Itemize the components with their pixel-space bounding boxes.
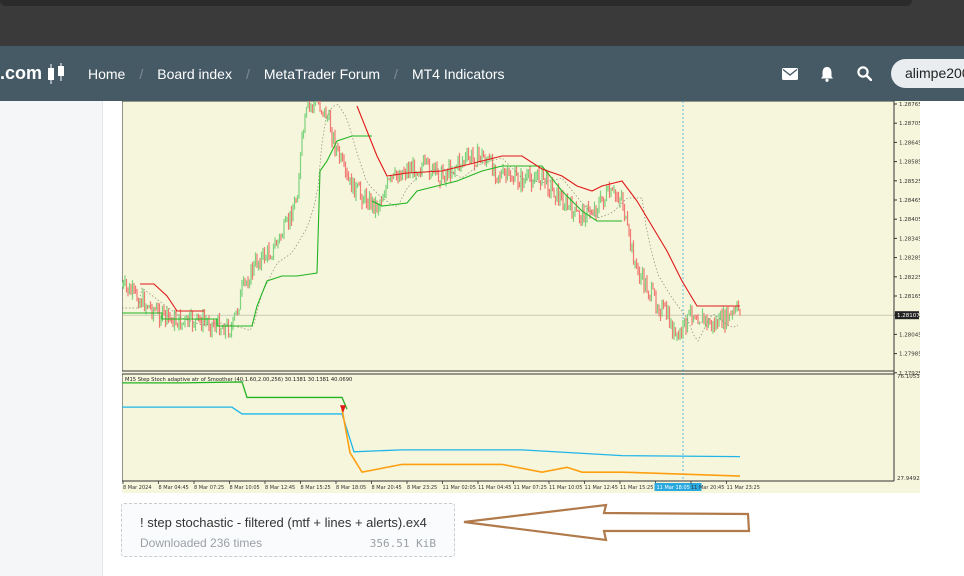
envelope-icon[interactable] — [780, 64, 800, 84]
price-tick-label: 1.28585 — [899, 160, 920, 166]
attached-chart-image: 1.28765 1.28705 1.28645 1.28585 1.28525 1.284… — [122, 101, 920, 493]
price-tick-label: 1.28705 — [899, 121, 920, 127]
breadcrumb-separator: / — [245, 65, 250, 82]
price-tick-label: 1.28045 — [899, 332, 920, 338]
breadcrumb-mt4-indicators[interactable]: MT4 Indicators — [412, 66, 505, 82]
browser-top-pill — [0, 0, 912, 6]
osc-scale-label: 27.9492 — [897, 476, 920, 482]
price-tick-label: 1.28345 — [899, 236, 920, 242]
price-tick-label: 1.28165 — [899, 294, 920, 300]
time-tick-label: 8 Mar 2024 — [123, 485, 152, 491]
time-tick-label: 11 Mar 23:25 — [727, 485, 760, 491]
attachment-download-count: Downloaded 236 times — [140, 536, 263, 550]
candlestick-logo-icon — [48, 62, 65, 84]
breadcrumb-board-index[interactable]: Board index — [157, 66, 232, 82]
user-menu[interactable]: alimpe200 — [891, 59, 964, 88]
attachment-box: ! step stochastic - filtered (mtf + line… — [121, 503, 455, 557]
price-tick-label: 1.28405 — [899, 217, 920, 223]
price-tick-label: 1.27985 — [899, 352, 920, 358]
price-tick-label: 1.28285 — [899, 256, 920, 262]
nav-icon-group — [780, 46, 891, 101]
site-logo[interactable]: .com — [0, 46, 66, 101]
time-tick-label: 8 Mar 07:25 — [194, 485, 224, 491]
time-tick-label: 11 Mar 12:45 — [585, 485, 618, 491]
time-tick-label: 8 Mar 04:45 — [159, 485, 189, 491]
price-pane — [122, 101, 895, 372]
time-tick-label: 11 Mar 04:45 — [478, 485, 511, 491]
breadcrumb: Home / Board index / MetaTrader Forum / … — [88, 46, 505, 101]
price-tick-label: 1.28225 — [899, 275, 920, 281]
breadcrumb-metatrader-forum[interactable]: MetaTrader Forum — [264, 66, 380, 82]
time-cursor-label: 11 Mar 18:05 — [657, 485, 690, 491]
annotation-arrow — [463, 503, 751, 542]
attachment-file-size: 356.51 KiB — [369, 537, 436, 550]
price-chart: 1.28765 1.28705 1.28645 1.28585 1.28525 1.284… — [122, 101, 920, 493]
time-tick-label: 8 Mar 18:05 — [336, 485, 366, 491]
time-tick-label: 8 Mar 10:05 — [230, 485, 260, 491]
time-tick-label: 8 Mar 15:25 — [301, 485, 331, 491]
search-icon[interactable] — [854, 64, 874, 84]
price-tick-label: 1.28765 — [899, 102, 920, 108]
osc-scale-label: 76.1053 — [897, 374, 920, 380]
time-tick-label: 8 Mar 23:25 — [407, 485, 437, 491]
attachment-filename-link[interactable]: ! step stochastic - filtered (mtf + line… — [140, 515, 427, 530]
time-tick-label: 8 Mar 20:45 — [372, 485, 402, 491]
browser-top-bar — [0, 0, 964, 46]
time-tick-label: 11 Mar 10:05 — [549, 485, 582, 491]
time-tick-label: 11 Mar 02:05 — [443, 485, 476, 491]
breadcrumb-home[interactable]: Home — [88, 66, 125, 82]
time-tick-label: 11 Mar 15:25 — [620, 485, 653, 491]
time-tick-label: 11 Mar 07:25 — [514, 485, 547, 491]
current-price-label: 1.28107 — [897, 313, 920, 319]
site-logo-text: .com — [0, 63, 43, 83]
forum-navbar: .com Home / Board index / MetaTrader For… — [0, 46, 964, 101]
price-tick-label: 1.28525 — [899, 179, 920, 185]
price-tick-label: 1.28465 — [899, 198, 920, 204]
left-sidebar — [0, 101, 103, 576]
breadcrumb-separator: / — [139, 65, 144, 82]
time-tick-label: 11 Mar 20:45 — [691, 485, 724, 491]
time-tick-label: 8 Mar 12:45 — [265, 485, 295, 491]
breadcrumb-separator: / — [394, 65, 398, 82]
bell-icon[interactable] — [817, 64, 837, 84]
price-tick-label: 1.28645 — [899, 140, 920, 146]
